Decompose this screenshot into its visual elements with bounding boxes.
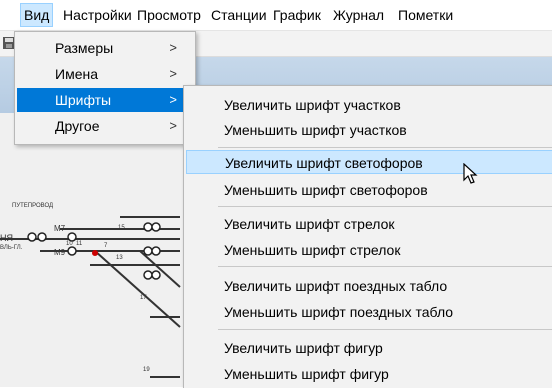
- label-vl-gl: ВЛЬ-ГЛ.: [0, 245, 23, 251]
- increase-sections-font-label: Увеличить шрифт участков: [224, 97, 401, 113]
- menu-stations[interactable]: Станции: [208, 4, 270, 26]
- menu-separator: [218, 266, 552, 267]
- label-overpass: ПУТЕПРОВОД: [12, 203, 53, 209]
- decrease-figures-font[interactable]: Уменьшить шрифт фигур: [186, 362, 552, 386]
- increase-train-boards-font[interactable]: Увеличить шрифт поездных табло: [186, 274, 552, 298]
- menu-marks[interactable]: Пометки: [395, 4, 456, 26]
- increase-switches-font[interactable]: Увеличить шрифт стрелок: [186, 212, 552, 236]
- mouse-pointer-icon: [463, 163, 478, 184]
- menu-separator: [218, 147, 552, 148]
- menu-separator: [218, 206, 552, 207]
- decrease-switches-font[interactable]: Уменьшить шрифт стрелок: [186, 238, 552, 262]
- increase-signals-font[interactable]: Увеличить шрифт светофоров: [186, 150, 552, 174]
- menu-vid[interactable]: Вид: [20, 3, 54, 27]
- increase-figures-font-label: Увеличить шрифт фигур: [224, 340, 383, 356]
- decrease-figures-font-label: Уменьшить шрифт фигур: [224, 366, 389, 382]
- increase-signals-font-label: Увеличить шрифт светофоров: [225, 155, 423, 171]
- menu-item-sizes[interactable]: Размеры >: [17, 36, 191, 60]
- label-19: 19: [143, 367, 150, 373]
- menu-item-other[interactable]: Другое >: [17, 114, 191, 138]
- decrease-train-boards-font-label: Уменьшить шрифт поездных табло: [224, 304, 454, 320]
- view-dropdown: Размеры > Имена > Шрифты > Другое >: [14, 31, 196, 145]
- menu-separator: [218, 329, 552, 330]
- menu-journal[interactable]: Журнал: [330, 4, 387, 26]
- increase-figures-font[interactable]: Увеличить шрифт фигур: [186, 336, 552, 360]
- menu-settings[interactable]: Настройки: [60, 4, 135, 26]
- label-7: 7: [104, 243, 108, 249]
- decrease-sections-font[interactable]: Уменьшить шрифт участков: [186, 118, 552, 142]
- increase-train-boards-font-label: Увеличить шрифт поездных табло: [224, 278, 448, 294]
- chevron-right-icon: >: [169, 66, 177, 81]
- chevron-right-icon: >: [169, 118, 177, 133]
- menu-bar: Вид Настройки Просмотр Станции График Жу…: [0, 0, 552, 31]
- decrease-signals-font-label: Уменьшить шрифт светофоров: [224, 182, 428, 198]
- label-15: 15: [118, 225, 125, 231]
- menu-graph[interactable]: График: [270, 4, 324, 26]
- fonts-submenu: Увеличить шрифт участков Уменьшить шрифт…: [183, 85, 552, 388]
- menu-view[interactable]: Просмотр: [134, 4, 204, 26]
- decrease-train-boards-font[interactable]: Уменьшить шрифт поездных табло: [186, 300, 552, 324]
- increase-sections-font[interactable]: Увеличить шрифт участков: [186, 93, 552, 117]
- label-17: 17: [140, 295, 147, 301]
- chevron-right-icon: >: [169, 92, 177, 107]
- label-nya: НЯ: [0, 233, 13, 243]
- decrease-sections-font-label: Уменьшить шрифт участков: [224, 122, 407, 138]
- chevron-right-icon: >: [169, 40, 177, 55]
- label-13: 13: [116, 255, 123, 261]
- menu-item-sizes-label: Размеры: [55, 40, 114, 56]
- label-m9: М9: [54, 248, 66, 257]
- menu-item-names[interactable]: Имена >: [17, 62, 191, 86]
- menu-item-names-label: Имена: [55, 66, 98, 82]
- menu-item-fonts[interactable]: Шрифты >: [17, 88, 191, 112]
- decrease-switches-font-label: Уменьшить шрифт стрелок: [224, 242, 401, 258]
- menu-item-fonts-label: Шрифты: [55, 92, 112, 108]
- menu-item-other-label: Другое: [55, 118, 100, 134]
- track-diagram: ПУТЕПРОВОД НЯ М7 М9 ВЛЬ-ГЛ. 15 7 10 11 1…: [0, 203, 181, 378]
- increase-switches-font-label: Увеличить шрифт стрелок: [224, 216, 395, 232]
- label-m7: М7: [54, 224, 66, 233]
- label-11: 11: [76, 241, 83, 247]
- label-10: 10: [66, 241, 73, 247]
- decrease-signals-font[interactable]: Уменьшить шрифт светофоров: [186, 178, 552, 202]
